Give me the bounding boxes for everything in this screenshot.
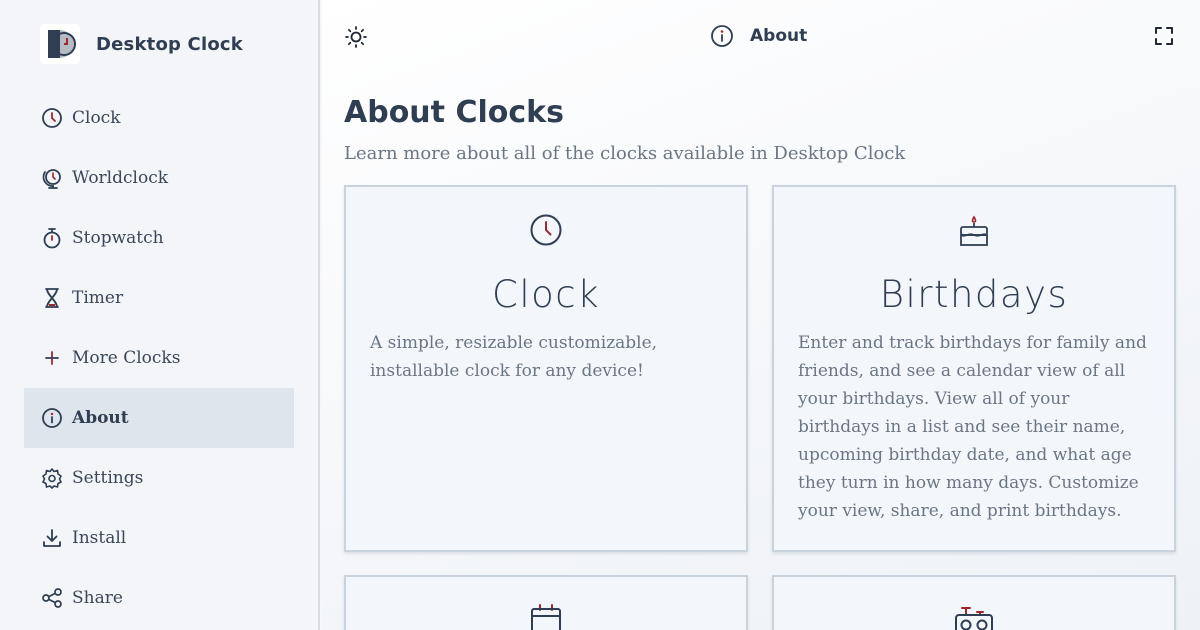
card-clock[interactable]: Clock A simple, resizable customizable, … [344, 185, 748, 552]
sidebar-item-stopwatch[interactable]: Stopwatch [24, 208, 294, 268]
sidebar-item-install[interactable]: Install [24, 508, 294, 568]
download-icon [40, 526, 64, 550]
info-icon [40, 406, 64, 430]
gear-icon [40, 466, 64, 490]
sidebar-item-label: Stopwatch [72, 228, 164, 248]
hourglass-icon [40, 286, 64, 310]
clock-icon [40, 106, 64, 130]
sidebar-item-about[interactable]: About [24, 388, 294, 448]
cake-icon [774, 213, 1174, 251]
sidebar-item-more-clocks[interactable]: More Clocks [24, 328, 294, 388]
card-calendar[interactable] [344, 575, 748, 630]
sidebar-item-label: Install [72, 528, 127, 548]
app-name: Desktop Clock [96, 33, 243, 55]
sidebar-item-label: Timer [72, 288, 124, 308]
plus-icon [40, 346, 64, 370]
page-subtitle: Learn more about all of the clocks avail… [344, 143, 906, 164]
main-content: About About Clocks Learn more about all … [322, 0, 1200, 630]
info-icon [710, 24, 734, 48]
card-radio[interactable] [772, 575, 1176, 630]
card-title: Clock [491, 273, 601, 316]
radio-icon [774, 603, 1174, 630]
sidebar-item-share[interactable]: Share [24, 568, 294, 628]
brand[interactable]: Desktop Clock [40, 24, 243, 64]
card-birthdays[interactable]: Birthdays Enter and track birthdays for … [772, 185, 1176, 552]
card-description: Enter and track birthdays for family and… [798, 333, 1147, 521]
page-header: About [710, 22, 807, 50]
sidebar-item-label: More Clocks [72, 348, 181, 368]
calendar-icon [346, 603, 746, 630]
page-title: About Clocks [344, 95, 564, 130]
app-logo [40, 24, 80, 64]
globe-clock-icon [40, 166, 64, 190]
page-header-title: About [750, 26, 808, 46]
clock-icon [346, 213, 746, 247]
sidebar: Desktop Clock Clock Worldclock Stopwatch… [0, 0, 320, 630]
sidebar-item-worldclock[interactable]: Worldclock [24, 148, 294, 208]
sidebar-item-settings[interactable]: Settings [24, 448, 294, 508]
fullscreen-button[interactable] [1152, 24, 1176, 48]
fullscreen-icon [1152, 27, 1176, 52]
card-title: Birthdays [879, 273, 1069, 316]
share-icon [40, 586, 64, 610]
sidebar-item-timer[interactable]: Timer [24, 268, 294, 328]
sidebar-item-clock[interactable]: Clock [24, 88, 294, 148]
sun-icon [344, 26, 368, 53]
sidebar-item-label: Worldclock [72, 168, 169, 188]
sidebar-item-label: About [72, 408, 129, 428]
sidebar-item-label: Clock [72, 108, 121, 128]
sidebar-item-label: Settings [72, 468, 144, 488]
theme-toggle-button[interactable] [344, 25, 368, 49]
sidebar-item-label: Share [72, 588, 123, 608]
card-description: A simple, resizable customizable, instal… [370, 333, 658, 381]
sidebar-nav: Clock Worldclock Stopwatch Timer More Cl… [24, 88, 294, 628]
stopwatch-icon [40, 226, 64, 250]
